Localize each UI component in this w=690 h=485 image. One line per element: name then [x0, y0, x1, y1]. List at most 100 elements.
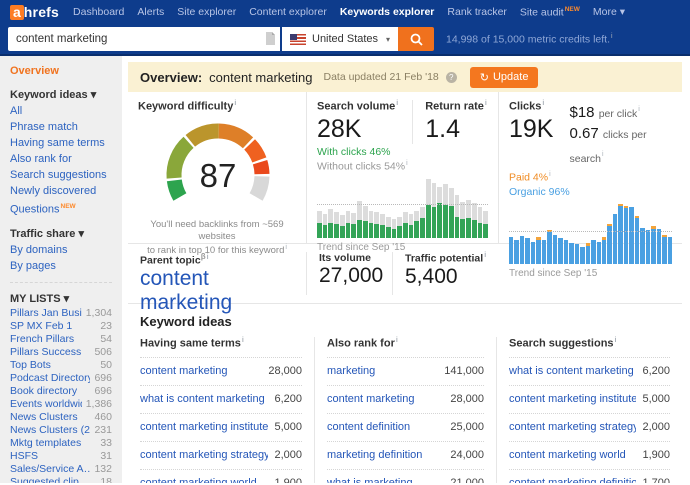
nav-item-alerts[interactable]: Alerts [137, 6, 164, 19]
top-navbar: ahrefs Dashboard Alerts Site explorer Conte… [0, 0, 690, 24]
update-button[interactable]: ↻ Update [470, 67, 539, 88]
keyword-link[interactable]: what is content marketing [140, 393, 265, 405]
sidebar-item-newly-discovered[interactable]: Newly discovered [10, 183, 112, 199]
chart-bar [420, 207, 425, 238]
chart-bar-with-clicks [317, 223, 322, 239]
list-name: Events worldwide [10, 398, 82, 411]
chart-bar-with-clicks [334, 224, 339, 238]
chart-threshold-line [317, 204, 488, 205]
sidebar-header-my-lists[interactable]: MY LISTS ▾ [10, 291, 112, 307]
difficulty-label: Keyword difficultyi [138, 100, 296, 113]
list-count: 1,386 [86, 398, 112, 411]
keyword-difficulty-panel: Keyword difficultyi 87 You'll need backl… [128, 92, 306, 243]
chart-bar [478, 207, 483, 238]
nav-item-keywords-explorer[interactable]: Keywords explorer [340, 6, 435, 19]
list-count: 132 [94, 463, 112, 476]
keyword-link[interactable]: content marketing world [140, 477, 257, 483]
chart-bar-with-clicks [460, 219, 465, 238]
sidebar-item-by-pages[interactable]: By pages [10, 258, 112, 274]
nav-item-more-[interactable]: More ▾ [593, 6, 625, 19]
nav-item-dashboard[interactable]: Dashboard [73, 6, 124, 19]
chart-bar [569, 243, 573, 263]
list-name: Book directory [10, 385, 77, 398]
keyword-search-input[interactable] [8, 27, 280, 51]
nav-item-site-audit[interactable]: Site auditNEW [520, 6, 580, 19]
keyword-link[interactable]: content marketing world [509, 449, 626, 461]
sidebar-list-item[interactable]: News Clusters460 [10, 411, 112, 424]
list-name: Podcast Directory [10, 372, 90, 385]
sidebar-list-item[interactable]: French Pillars54 [10, 333, 112, 346]
keyword-volume: 6,200 [642, 365, 670, 377]
chart-bar [564, 240, 568, 264]
sidebar-list-item[interactable]: Top Bots50 [10, 359, 112, 372]
chart-bar-with-clicks [323, 225, 328, 238]
info-icon: i [602, 151, 604, 158]
chart-bar [509, 237, 513, 263]
list-paste-icon[interactable] [265, 32, 275, 50]
sidebar-item-phrase-match[interactable]: Phrase match [10, 119, 112, 135]
info-icon: i [638, 106, 640, 113]
sidebar-list-item[interactable]: Events worldwide 1,386 [10, 398, 112, 411]
help-icon[interactable]: ? [446, 72, 457, 83]
keyword-link[interactable]: content marketing [327, 393, 414, 405]
sidebar-item-all[interactable]: All [10, 103, 112, 119]
keyword-link[interactable]: content definition [327, 421, 410, 433]
table-row: what is content marketing6,200 [140, 385, 302, 413]
sidebar-list-item[interactable]: Pillars Jan Busi…1,304 [10, 307, 112, 320]
chart-bar [460, 202, 465, 238]
return-rate-value: 1.4 [425, 115, 487, 144]
table-row: content marketing definition1,700 [509, 469, 670, 483]
volume-label: Search volumei [317, 100, 398, 113]
keyword-volume: 21,000 [450, 477, 484, 483]
sidebar-item-having-same-terms[interactable]: Having same terms [10, 135, 112, 151]
keyword-link[interactable]: what is marketing [327, 477, 413, 483]
table-row: content definition25,000 [327, 413, 484, 441]
sidebar-item-questions[interactable]: QuestionsNEW [10, 199, 112, 218]
list-count: 23 [100, 320, 112, 333]
keyword-link[interactable]: marketing [327, 365, 375, 377]
return-rate-label: Return ratei [425, 100, 487, 113]
nav-item-site-explorer[interactable]: Site explorer [177, 6, 236, 19]
keyword-volume: 1,900 [274, 477, 302, 483]
sidebar-list-item[interactable]: News Clusters (2)231 [10, 424, 112, 437]
nav-item-content-explorer[interactable]: Content explorer [249, 6, 327, 19]
info-icon: i [207, 254, 209, 261]
list-name: News Clusters [10, 411, 78, 424]
keyword-link[interactable]: what is content marketing [509, 365, 634, 377]
chart-bar-paid-cap [651, 226, 655, 228]
sidebar-list-item[interactable]: Sales/Service A…132 [10, 463, 112, 476]
chart-bar [597, 242, 601, 264]
sidebar-list-item[interactable]: Book directory696 [10, 385, 112, 398]
chart-bar [403, 212, 408, 238]
chart-bar-with-clicks [414, 221, 419, 238]
sidebar-item-overview[interactable]: Overview [10, 64, 112, 79]
sidebar-list-item[interactable]: Suggested clip18 [10, 476, 112, 483]
sidebar-section-header[interactable]: Traffic share ▾ [10, 226, 112, 242]
keyword-link[interactable]: content marketing institute [140, 421, 268, 433]
its-volume-value: 27,000 [319, 264, 380, 288]
sidebar-list-item[interactable]: Pillars Success506 [10, 346, 112, 359]
sidebar-list-item[interactable]: Podcast Directory696 [10, 372, 112, 385]
sidebar-section-header[interactable]: Keyword ideas ▾ [10, 87, 112, 103]
logo-a-mark: a [10, 5, 24, 20]
search-button[interactable] [398, 27, 434, 51]
sidebar-item-also-rank-for[interactable]: Also rank for [10, 151, 112, 167]
nav-item-rank-tracker[interactable]: Rank tracker [447, 6, 507, 19]
keyword-link[interactable]: content marketing definition [509, 477, 636, 483]
sidebar-list-item[interactable]: HSFS31 [10, 450, 112, 463]
keyword-link[interactable]: content marketing strategy [509, 421, 636, 433]
country-select[interactable]: United States ▾ [282, 27, 398, 51]
parent-topic-link[interactable]: content marketing [140, 267, 232, 314]
keyword-link[interactable]: marketing definition [327, 449, 422, 461]
ahrefs-logo[interactable]: ahrefs [10, 4, 59, 20]
keyword-link[interactable]: content marketing [140, 365, 227, 377]
sidebar-list-item[interactable]: SP MX Feb 123 [10, 320, 112, 333]
volume-value: 28K [317, 115, 398, 144]
keyword-link[interactable]: content marketing institute [509, 393, 636, 405]
keyword-link[interactable]: content marketing strategy [140, 449, 268, 461]
sidebar-list-item[interactable]: Mktg templates33 [10, 437, 112, 450]
info-icon: i [549, 171, 551, 178]
list-name: HSFS [10, 450, 38, 463]
sidebar-item-search-suggestions[interactable]: Search suggestions [10, 167, 112, 183]
sidebar-item-by-domains[interactable]: By domains [10, 242, 112, 258]
